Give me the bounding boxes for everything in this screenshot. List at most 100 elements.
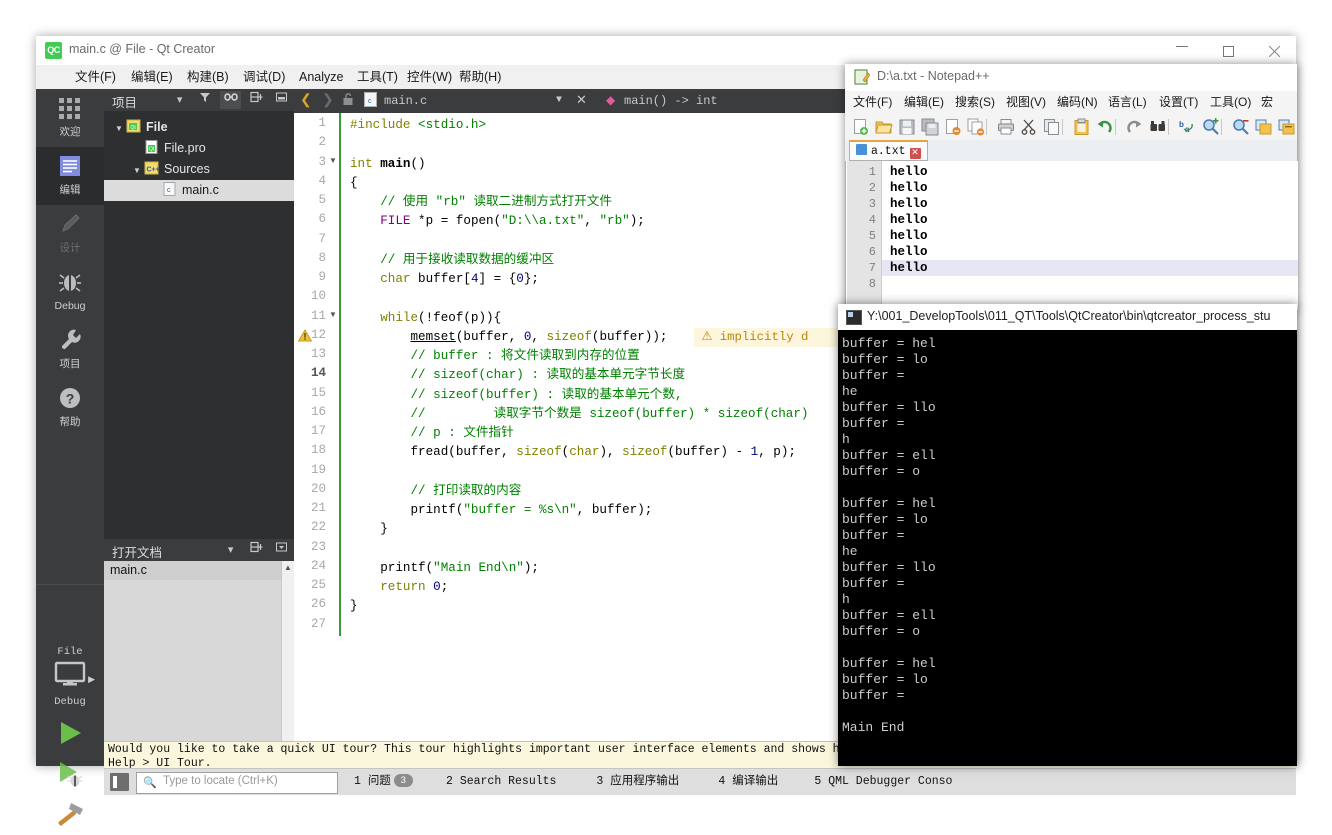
fold-arrow-icon[interactable]: ▼	[327, 310, 339, 328]
output-tab-3[interactable]: 3 应用程序输出	[596, 773, 679, 791]
output-tab-2[interactable]: 2 Search Results	[446, 773, 556, 791]
open-folder-icon[interactable]	[875, 118, 893, 136]
split-icon[interactable]	[246, 91, 267, 109]
project-tree[interactable]: ▼QtFileQtFile.pro▼C++Sourcescmain.c	[104, 111, 294, 539]
notepad-editor[interactable]: 12345678 hellohellohellohellohellohelloh…	[845, 161, 1298, 310]
cut-icon[interactable]	[1020, 118, 1038, 136]
mode-design[interactable]: 设计	[36, 205, 104, 263]
run-button[interactable]	[36, 708, 104, 753]
documents-scrollbar[interactable]: ▲	[281, 561, 294, 741]
tree-item-file-pro[interactable]: QtFile.pro	[104, 138, 294, 159]
notepad-menu-3[interactable]: 视图(V)	[1006, 91, 1046, 114]
chevron-down-icon[interactable]: ▾	[220, 541, 241, 559]
notepad-menu-8[interactable]: 宏	[1261, 91, 1273, 114]
mode-welcome[interactable]: 欢迎	[36, 89, 104, 147]
notepad-plus-icon	[854, 69, 870, 85]
zoom-in-icon[interactable]	[1202, 118, 1220, 136]
sync-scroll-h-icon[interactable]	[1278, 118, 1296, 136]
save-icon[interactable]	[898, 118, 916, 136]
console-line-13: buffer =	[842, 528, 912, 544]
collapse-icon[interactable]	[271, 91, 292, 109]
output-tab-label: QML Debugger Conso	[828, 775, 952, 788]
back-chevron-icon[interactable]: ❮	[300, 89, 312, 113]
menu-4[interactable]: Analyze	[292, 65, 350, 89]
unlock-icon[interactable]	[342, 89, 354, 113]
minimize-button[interactable]	[1159, 36, 1205, 65]
editor-filename[interactable]: main.c	[384, 89, 427, 113]
monitor-icon[interactable]: ▶	[36, 658, 104, 692]
menu-0[interactable]: 文件(F)	[68, 65, 123, 89]
redo-icon[interactable]	[1126, 118, 1144, 136]
mode-help[interactable]: ? 帮助	[36, 379, 104, 437]
forward-chevron-icon[interactable]: ❯	[322, 89, 334, 113]
notepad-menu-5[interactable]: 语言(L)	[1108, 91, 1147, 114]
toolbar-separator	[986, 119, 987, 135]
line-number: 9	[300, 270, 326, 284]
scroll-up-icon[interactable]: ▲	[282, 561, 294, 574]
close-all-icon[interactable]	[967, 118, 985, 136]
notepad-menu-1[interactable]: 编辑(E)	[904, 91, 944, 114]
notepad-menu-7[interactable]: 工具(O)	[1210, 91, 1251, 114]
split-icon[interactable]	[246, 541, 267, 559]
line-number: 19	[300, 463, 326, 477]
console-line-25: Main End	[842, 720, 904, 736]
menu-7[interactable]: 帮助(H)	[452, 65, 508, 89]
mode-debug[interactable]: Debug	[36, 263, 104, 321]
tree-item-label: File	[146, 120, 168, 134]
output-tab-4[interactable]: 4 编译输出	[718, 773, 778, 791]
warning-triangle-icon[interactable]	[298, 329, 312, 343]
expand-arrow-icon[interactable]: ▼	[130, 160, 144, 181]
console-output[interactable]: buffer = helbuffer = lobuffer = hebuffer…	[838, 330, 1297, 766]
zoom-out-icon[interactable]	[1232, 118, 1250, 136]
output-tab-5[interactable]: 5 QML Debugger Conso	[814, 773, 952, 791]
menu-5[interactable]: 工具(T)	[350, 65, 405, 89]
tree-item-file[interactable]: ▼QtFile	[104, 117, 294, 138]
mode-edit[interactable]: 编辑	[36, 147, 104, 205]
debug-button[interactable]	[36, 753, 104, 794]
close-icon[interactable]: ✕	[576, 89, 587, 113]
mode-projects[interactable]: 项目	[36, 321, 104, 379]
tree-item-main-c[interactable]: cmain.c	[104, 180, 294, 201]
console-window: Y:\001_DevelopTools\011_QT\Tools\QtCreat…	[838, 304, 1297, 766]
notepad-tab-a-txt[interactable]: a.txt✕	[849, 140, 928, 161]
link-icon[interactable]	[220, 91, 241, 109]
tree-item-sources[interactable]: ▼C++Sources	[104, 159, 294, 180]
undo-icon[interactable]	[1096, 118, 1114, 136]
close-button[interactable]	[1251, 36, 1297, 65]
notepad-menu-2[interactable]: 搜索(S)	[955, 91, 995, 114]
maximize-button[interactable]	[1205, 36, 1251, 65]
notepad-menu-4[interactable]: 编码(N)	[1057, 91, 1098, 114]
menu-2[interactable]: 构建(B)	[180, 65, 236, 89]
replace-icon[interactable]: ba	[1179, 118, 1197, 136]
menu-6[interactable]: 控件(W)	[400, 65, 459, 89]
expand-arrow-icon[interactable]: ▼	[112, 118, 126, 139]
notepad-line-6: hello	[890, 245, 928, 259]
find-icon[interactable]	[1149, 118, 1167, 136]
new-file-icon[interactable]	[852, 118, 870, 136]
chevron-down-icon[interactable]: ▼	[556, 89, 562, 113]
paste-icon[interactable]	[1073, 118, 1091, 136]
fold-arrow-icon[interactable]: ▼	[327, 156, 339, 174]
copy-icon[interactable]	[1043, 118, 1061, 136]
sync-scroll-v-icon[interactable]	[1255, 118, 1273, 136]
chevron-down-icon[interactable]: ▾	[169, 91, 190, 109]
menu-1[interactable]: 编辑(E)	[124, 65, 180, 89]
list-item[interactable]: main.c	[104, 561, 294, 580]
line-number: 20	[300, 482, 326, 496]
print-icon[interactable]	[997, 118, 1015, 136]
filter-icon[interactable]	[195, 91, 216, 109]
locate-input[interactable]: 🔍 Type to locate (Ctrl+K)	[136, 772, 338, 794]
output-tab-1[interactable]: 1 问题3	[354, 773, 413, 791]
build-button[interactable]	[36, 794, 104, 835]
close-file-icon[interactable]	[944, 118, 962, 136]
notepad-menu-0[interactable]: 文件(F)	[853, 91, 892, 114]
menu-3[interactable]: 调试(D)	[236, 65, 292, 89]
close-icon[interactable]: ✕	[910, 148, 921, 159]
build-config-label: Debug	[36, 692, 104, 708]
notepad-menu-6[interactable]: 设置(T)	[1159, 91, 1198, 114]
collapse-icon[interactable]	[271, 541, 292, 559]
sidebar-toggle-icon[interactable]	[110, 773, 129, 791]
open-documents-list[interactable]: main.c ▲	[104, 561, 294, 741]
save-all-icon[interactable]	[921, 118, 939, 136]
editor-symbol-label[interactable]: main() -> int	[624, 89, 718, 113]
